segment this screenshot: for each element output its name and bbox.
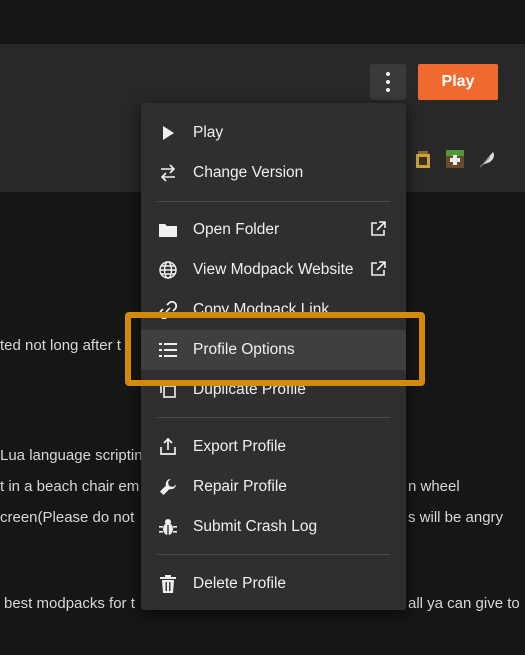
- highlight-annotation: [125, 312, 425, 386]
- menu-item-label: Submit Crash Log: [193, 518, 318, 535]
- menu-item-label: View Modpack Website: [193, 261, 354, 278]
- play-button[interactable]: Play: [418, 64, 498, 100]
- description-line: all ya can give to: [408, 595, 520, 612]
- menu-item-repair-profile[interactable]: Repair Profile: [141, 467, 406, 507]
- menu-item-label: Open Folder: [193, 221, 280, 238]
- trash-icon: [157, 573, 179, 595]
- external-link-icon: [369, 220, 389, 240]
- forge-block-icon: [444, 148, 466, 170]
- feather-icon: [476, 148, 498, 170]
- menu-divider: [157, 201, 390, 202]
- external-link-icon: [369, 260, 389, 280]
- menu-divider: [157, 554, 390, 555]
- more-options-button[interactable]: [370, 64, 406, 100]
- upload-icon: [157, 436, 179, 458]
- menu-item-view-modpack-website[interactable]: View Modpack Website: [141, 250, 406, 290]
- description-line: n wheel: [408, 478, 460, 495]
- bug-icon: [157, 516, 179, 538]
- description-line: creen(Please do not: [0, 509, 135, 526]
- globe-icon: [157, 259, 179, 281]
- mod-loader-icons: [408, 148, 508, 174]
- folder-icon: [157, 219, 179, 241]
- menu-item-play[interactable]: Play: [141, 113, 406, 153]
- menu-item-label: Change Version: [193, 164, 304, 181]
- wrench-icon: [157, 476, 179, 498]
- menu-divider: [157, 417, 390, 418]
- menu-item-delete-profile[interactable]: Delete Profile: [141, 564, 406, 604]
- menu-item-submit-crash-log[interactable]: Submit Crash Log: [141, 507, 406, 547]
- menu-item-label: Delete Profile: [193, 575, 287, 592]
- swap-arrows-icon: [157, 162, 179, 184]
- description-line: s will be angry: [408, 509, 504, 526]
- description-line: Lua language scriptin: [0, 447, 143, 464]
- menu-item-export-profile[interactable]: Export Profile: [141, 427, 406, 467]
- description-line: ted not long after t: [0, 337, 121, 354]
- menu-item-label: Play: [193, 124, 224, 141]
- jar-icon: [412, 148, 434, 170]
- more-vertical-icon: [386, 72, 390, 76]
- description-line: best modpacks for t: [4, 595, 135, 612]
- menu-item-label: Export Profile: [193, 438, 287, 455]
- menu-item-change-version[interactable]: Change Version: [141, 153, 406, 193]
- menu-item-open-folder[interactable]: Open Folder: [141, 210, 406, 250]
- play-icon: [157, 122, 179, 144]
- menu-item-label: Repair Profile: [193, 478, 287, 495]
- description-line: t in a beach chair em: [0, 478, 140, 495]
